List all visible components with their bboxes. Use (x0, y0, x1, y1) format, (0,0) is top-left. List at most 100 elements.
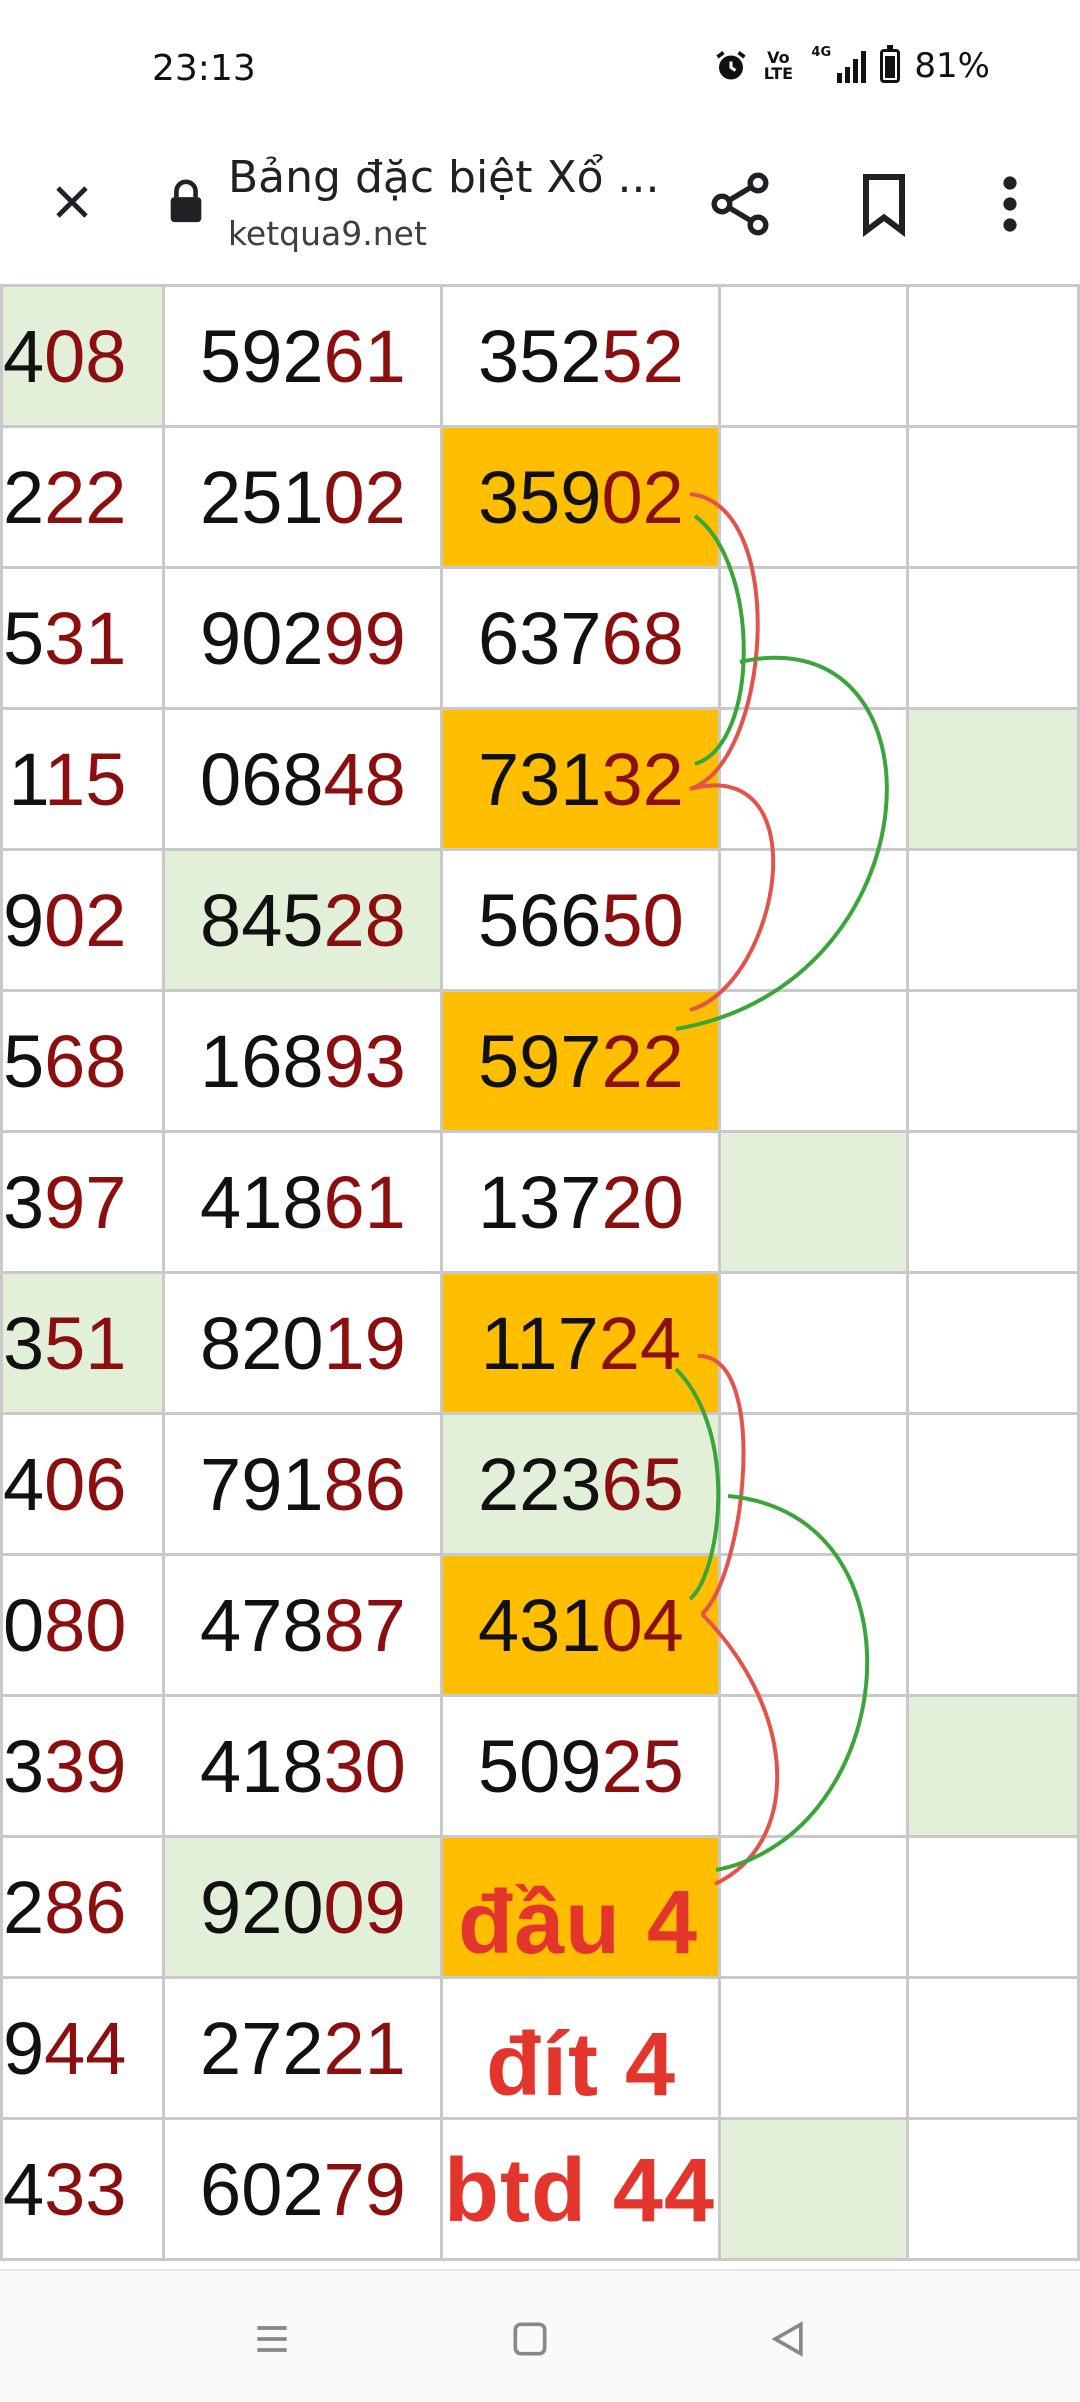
lock-icon[interactable] (168, 178, 204, 228)
result-cell: 080 (0, 1553, 166, 1697)
network-type-label: 4G (811, 45, 832, 60)
number-tail: 25 (601, 1724, 684, 1808)
share-icon[interactable] (704, 168, 776, 244)
table-row: 408 59261 35252 (0, 284, 1080, 428)
empty-cell (718, 707, 910, 851)
empty-cell (718, 1553, 910, 1697)
recents-icon[interactable] (242, 2309, 302, 2369)
number-head: 9 (3, 2006, 45, 2090)
number-tail: 68 (44, 1019, 127, 1103)
empty-cell (718, 848, 910, 992)
number-tail: 39 (44, 1724, 127, 1808)
result-cell: 47887 (162, 1553, 444, 1697)
number-tail: 87 (323, 1583, 406, 1667)
number-head: 592 (200, 314, 324, 398)
signal-icon: 4G (807, 45, 867, 83)
table-row: 339 41830 50925 (0, 1694, 1080, 1838)
result-cell: 13720 (440, 1130, 722, 1274)
table-row: 406 79186 22365 (0, 1412, 1080, 1556)
empty-cell (906, 566, 1080, 710)
number-head: 3 (3, 1160, 45, 1244)
page-title[interactable]: Bảng đặc biệt Xổ ... (228, 152, 660, 203)
number-tail: 21 (323, 2006, 406, 2090)
empty-cell (906, 1553, 1080, 1697)
number-tail: 52 (601, 314, 684, 398)
number-tail: 61 (323, 314, 406, 398)
bookmark-icon[interactable] (848, 168, 920, 244)
empty-cell (718, 989, 910, 1133)
empty-cell (906, 425, 1080, 569)
result-cell: 82019 (162, 1271, 444, 1415)
empty-cell (718, 425, 910, 569)
number-tail: 02 (323, 455, 406, 539)
number-tail: 24 (598, 1301, 682, 1385)
result-cell: 25102 (162, 425, 444, 569)
results-table-viewport[interactable]: 408 59261 35252 222 25102 35902 531 90299 63768 1… (0, 284, 1080, 2269)
number-head: 137 (478, 1160, 602, 1244)
number-tail: 09 (323, 1865, 406, 1949)
number-tail: 06 (44, 1442, 127, 1526)
home-icon[interactable] (500, 2309, 560, 2369)
number-head: 431 (478, 1583, 602, 1667)
result-cell: 63768 (440, 566, 722, 710)
number-head: 0 (3, 1583, 45, 1667)
number-head: 637 (478, 596, 602, 680)
number-tail: 30 (323, 1724, 406, 1808)
number-head: 251 (200, 455, 324, 539)
number-tail: 50 (601, 878, 684, 962)
back-icon[interactable] (758, 2309, 818, 2369)
number-tail: 99 (323, 596, 406, 680)
number-head: 068 (200, 737, 324, 821)
result-cell: 944 (0, 1976, 166, 2120)
number-head: 602 (200, 2147, 324, 2231)
number-tail: 02 (44, 878, 127, 962)
number-tail: 51 (44, 1301, 127, 1385)
result-cell: 433 (0, 2117, 166, 2261)
result-cell: 60279 (162, 2117, 444, 2261)
result-cell: 286 (0, 1835, 166, 1979)
number-tail: 79 (323, 2147, 406, 2231)
number-tail: 20 (601, 1160, 684, 1244)
empty-cell (906, 1694, 1080, 1838)
result-cell: 79186 (162, 1412, 444, 1556)
empty-cell (906, 284, 1080, 428)
result-cell: 351 (0, 1271, 166, 1415)
more-vert-icon[interactable] (980, 168, 1040, 244)
number-tail: 32 (601, 737, 684, 821)
number-tail: 97 (44, 1160, 127, 1244)
table-row: 080 47887 43104 (0, 1553, 1080, 1697)
number-tail: 15 (44, 737, 127, 821)
result-cell: 222 (0, 425, 166, 569)
table-row: 902 84528 56650 (0, 848, 1080, 992)
number-head: 566 (478, 878, 602, 962)
result-cell: 84528 (162, 848, 444, 992)
number-tail: 65 (601, 1442, 684, 1526)
result-cell: 59722 (440, 989, 722, 1133)
number-tail: 31 (44, 596, 127, 680)
table-row: 222 25102 35902 (0, 425, 1080, 569)
close-icon[interactable] (40, 170, 104, 234)
number-tail: 04 (601, 1583, 684, 1667)
number-head: 5 (3, 596, 45, 680)
empty-cell (906, 1976, 1080, 2120)
empty-cell (906, 1271, 1080, 1415)
number-head: 902 (200, 596, 324, 680)
empty-cell (906, 1412, 1080, 1556)
empty-cell (718, 1835, 910, 1979)
number-head: 845 (200, 878, 324, 962)
result-cell: 41830 (162, 1694, 444, 1838)
empty-cell (906, 1835, 1080, 1979)
number-head: 820 (200, 1301, 324, 1385)
number-tail: 02 (601, 455, 684, 539)
result-cell: 16893 (162, 989, 444, 1133)
result-cell: 11724 (440, 1271, 722, 1415)
result-cell: 41861 (162, 1130, 444, 1274)
empty-cell (906, 848, 1080, 992)
number-head: 3 (3, 1724, 45, 1808)
result-cell: 56650 (440, 848, 722, 992)
page-url[interactable]: ketqua9.net (228, 214, 427, 253)
number-head: 2 (3, 455, 45, 539)
status-time: 23:13 (152, 48, 256, 89)
number-head: 418 (200, 1724, 324, 1808)
volte-icon: Vo LTE (763, 48, 794, 83)
